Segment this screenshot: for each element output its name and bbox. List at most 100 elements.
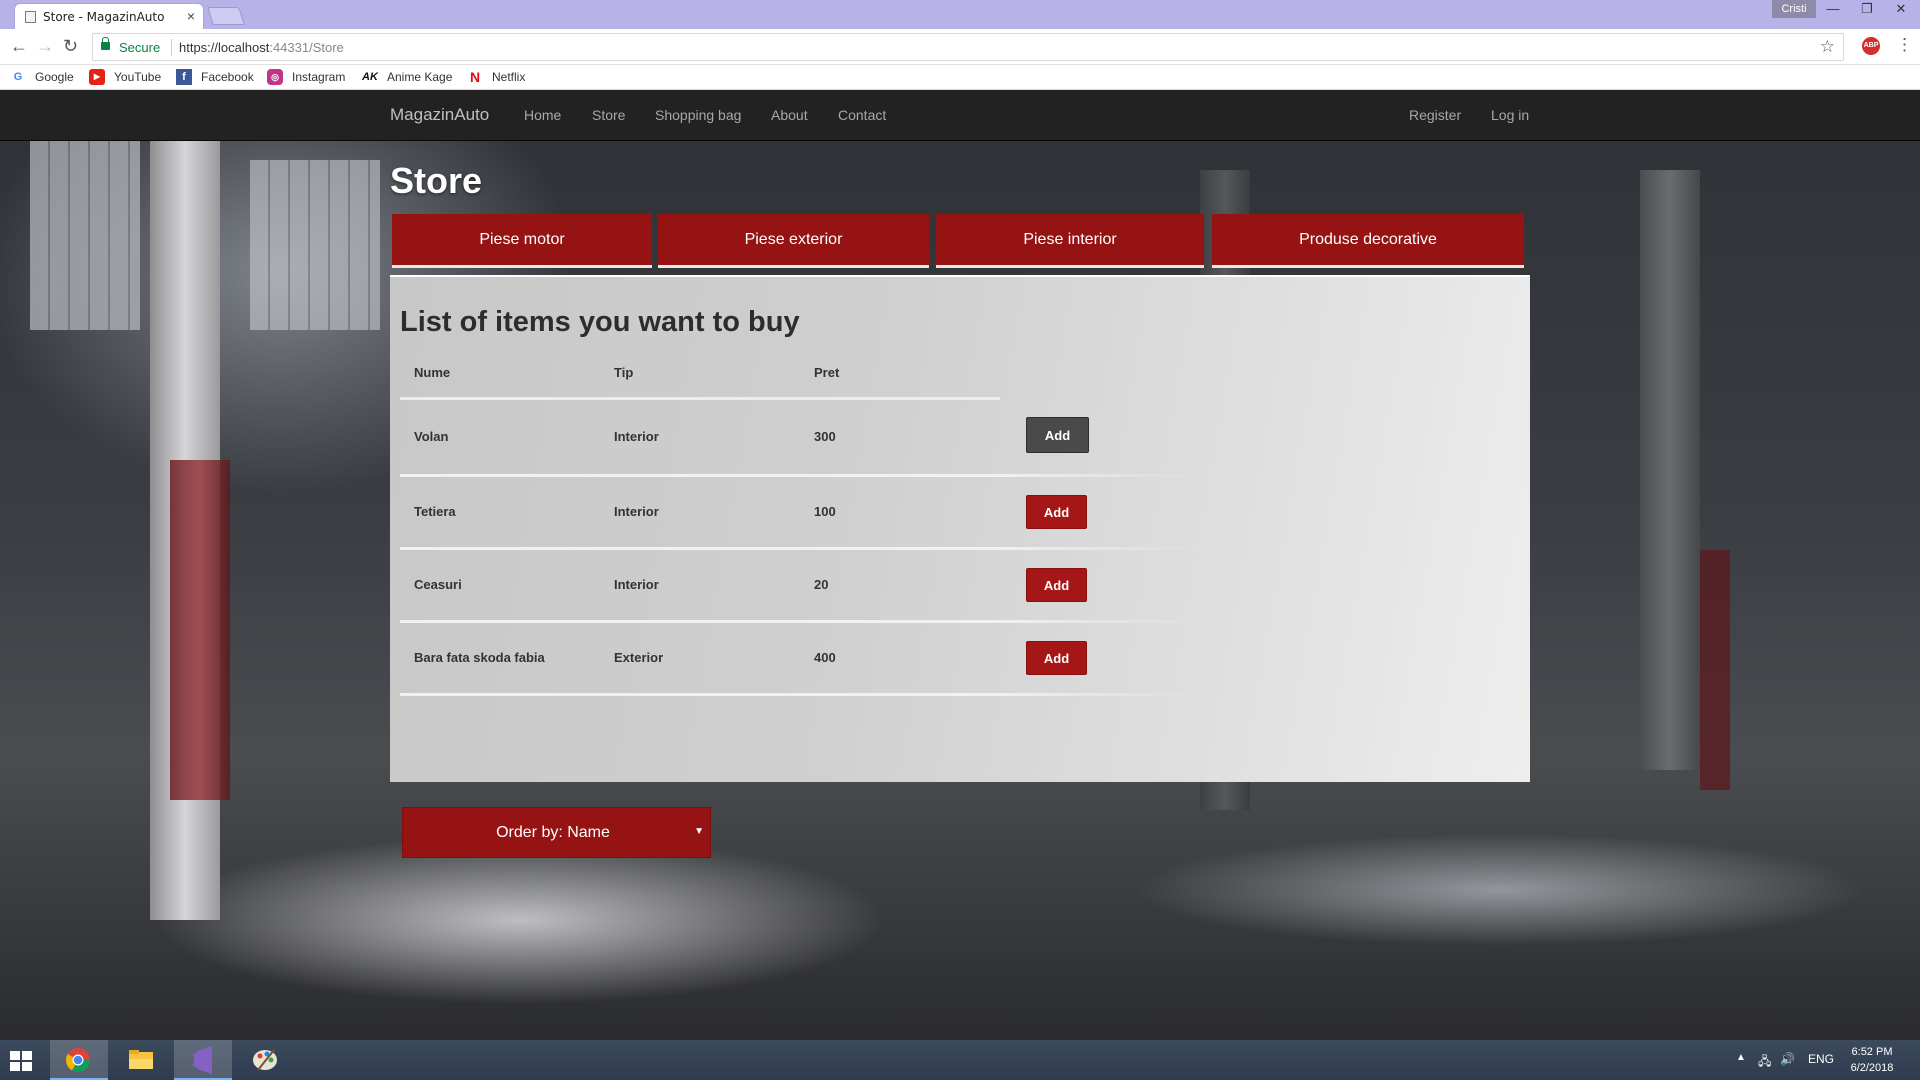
browser-toolbar: ← → ↻ Secure https://localhost:44331/Sto… <box>0 29 1920 65</box>
column-header-nume: Nume <box>414 365 451 380</box>
netflix-icon: N <box>469 69 481 85</box>
nav-store[interactable]: Store <box>592 107 625 123</box>
taskbar-visual-studio[interactable] <box>174 1040 232 1080</box>
address-bar[interactable]: Secure https://localhost:44331/Store ☆ <box>92 33 1844 61</box>
category-piese-interior[interactable]: Piese interior <box>936 214 1204 268</box>
site-navbar: MagazinAuto Home Store Shopping bag Abou… <box>0 90 1920 141</box>
nav-shopping-bag[interactable]: Shopping bag <box>655 107 741 123</box>
items-panel: List of items you want to buy Nume Tip P… <box>390 275 1530 858</box>
bookmark-label: Netflix <box>492 70 526 84</box>
add-button[interactable]: Add <box>1026 641 1087 675</box>
category-produse-decorative[interactable]: Produse decorative <box>1212 214 1524 268</box>
restore-button[interactable]: ❐ <box>1852 0 1882 18</box>
item-price: 100 <box>814 504 836 519</box>
tab-title: Store - MagazinAuto <box>43 10 165 24</box>
system-clock[interactable]: 6:52 PM 6/2/2018 <box>1838 1044 1906 1076</box>
new-tab-button[interactable] <box>207 7 245 25</box>
lock-icon <box>101 37 110 50</box>
bookmark-label: Facebook <box>201 70 254 84</box>
url-text[interactable]: https://localhost:44331/Store <box>179 40 344 55</box>
taskbar-paint[interactable] <box>236 1040 294 1080</box>
browser-tab[interactable]: Store - MagazinAuto × <box>14 3 204 29</box>
bookmark-animekage[interactable]: AK Anime Kage <box>362 69 452 85</box>
column-header-pret: Pret <box>814 365 840 380</box>
category-piese-exterior[interactable]: Piese exterior <box>658 214 929 268</box>
facebook-icon: f <box>176 69 192 85</box>
chrome-icon <box>65 1048 90 1073</box>
category-piese-motor[interactable]: Piese motor <box>392 214 652 268</box>
tray-chevron-icon[interactable]: ▲ <box>1736 1052 1746 1063</box>
site-brand[interactable]: MagazinAuto <box>390 105 489 125</box>
taskbar-file-explorer[interactable] <box>112 1040 170 1080</box>
page-favicon-icon <box>25 11 36 23</box>
windows-start-icon[interactable] <box>10 1051 32 1071</box>
url-host: https://localhost <box>179 40 270 55</box>
youtube-icon: ▶ <box>89 69 105 85</box>
bookmark-facebook[interactable]: f Facebook <box>176 69 254 85</box>
item-type: Interior <box>614 577 659 592</box>
browser-titlebar: Store - MagazinAuto × Cristi — ❐ ✕ <box>0 0 1920 29</box>
bookmark-instagram[interactable]: ◎ Instagram <box>267 69 345 85</box>
list-heading: List of items you want to buy <box>400 306 800 338</box>
order-by-select[interactable]: Order by: Name ▼ <box>402 807 711 858</box>
background-window <box>250 160 380 330</box>
item-price: 400 <box>814 650 836 665</box>
table-row: Volan Interior 300 Add <box>400 400 1200 477</box>
item-name: Ceasuri <box>414 577 462 592</box>
animekage-icon: AK <box>362 71 378 83</box>
url-separator <box>171 39 172 56</box>
windows-taskbar: ▲ 🖧 🔊 ENG 6:52 PM 6/2/2018 <box>0 1040 1920 1080</box>
volume-icon[interactable]: 🔊 <box>1780 1052 1795 1066</box>
bookmark-google[interactable]: G Google <box>10 69 74 85</box>
browser-menu-icon[interactable]: ⋮ <box>1896 35 1913 55</box>
add-button[interactable]: Add <box>1026 417 1089 453</box>
clock-date: 6/2/2018 <box>1850 1062 1894 1074</box>
item-price: 20 <box>814 577 829 592</box>
background-pillar-red <box>1700 550 1730 790</box>
item-type: Interior <box>614 429 659 444</box>
nav-home[interactable]: Home <box>524 107 561 123</box>
table-row: Tetiera Interior 100 Add <box>400 477 1200 550</box>
nav-contact[interactable]: Contact <box>838 107 886 123</box>
item-name: Volan <box>414 429 449 444</box>
language-indicator[interactable]: ENG <box>1808 1052 1834 1066</box>
minimize-button[interactable]: — <box>1818 0 1848 18</box>
add-button[interactable]: Add <box>1026 568 1087 602</box>
back-icon[interactable]: ← <box>10 36 28 57</box>
tab-close-icon[interactable]: × <box>187 8 195 24</box>
clock-time: 6:52 PM <box>1851 1046 1893 1058</box>
order-by-label: Order by: Name <box>496 824 610 841</box>
page-viewport: MagazinAuto Home Store Shopping bag Abou… <box>0 90 1920 1040</box>
page-title: Store <box>390 160 483 201</box>
background-window <box>30 140 140 330</box>
instagram-icon: ◎ <box>267 69 283 85</box>
item-type: Exterior <box>614 650 664 665</box>
taskbar-chrome[interactable] <box>50 1040 108 1080</box>
url-path: :44331/Store <box>269 40 344 55</box>
table-row: Bara fata skoda fabia Exterior 400 Add <box>400 623 1200 696</box>
background-pillar <box>1640 170 1700 770</box>
network-icon[interactable]: 🖧 <box>1758 1052 1771 1073</box>
adblock-plus-icon[interactable]: ABP <box>1862 37 1880 55</box>
secure-label: Secure <box>119 40 161 55</box>
column-header-tip: Tip <box>614 365 634 380</box>
close-window-button[interactable]: ✕ <box>1886 0 1916 18</box>
reload-icon[interactable]: ↻ <box>63 36 78 57</box>
item-name: Tetiera <box>414 504 456 519</box>
nav-about[interactable]: About <box>771 107 808 123</box>
file-explorer-icon <box>129 1050 153 1069</box>
item-name: Bara fata skoda fabia <box>414 650 545 665</box>
bookmark-youtube[interactable]: ▶ YouTube <box>89 69 161 85</box>
add-button[interactable]: Add <box>1026 495 1087 529</box>
item-price: 300 <box>814 429 836 444</box>
profile-button[interactable]: Cristi <box>1772 0 1816 18</box>
nav-log-in[interactable]: Log in <box>1491 107 1529 123</box>
nav-register[interactable]: Register <box>1409 107 1461 123</box>
google-icon: G <box>13 71 23 83</box>
bookmark-label: Google <box>35 70 74 84</box>
bookmark-netflix[interactable]: N Netflix <box>467 69 525 85</box>
forward-icon[interactable]: → <box>36 36 54 57</box>
row-divider <box>400 693 1200 696</box>
visual-studio-icon <box>192 1046 212 1074</box>
bookmark-star-icon[interactable]: ☆ <box>1820 37 1835 57</box>
